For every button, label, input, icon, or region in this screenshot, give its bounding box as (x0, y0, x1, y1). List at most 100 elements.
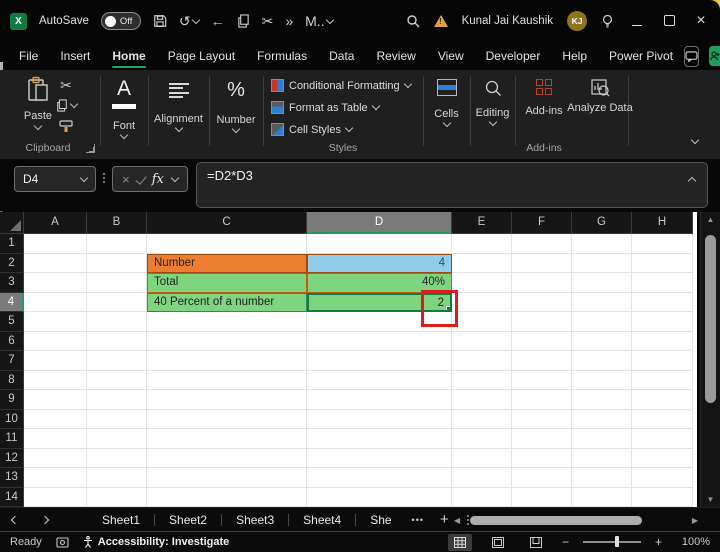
menu-tab-developer[interactable]: Developer (475, 44, 552, 68)
scroll-up-icon[interactable]: ▲ (701, 215, 720, 224)
cell-C14[interactable] (147, 488, 307, 508)
cell-H2[interactable] (632, 254, 693, 274)
cell-A8[interactable] (24, 371, 87, 391)
cell-B3[interactable] (87, 273, 147, 293)
horizontal-scroll-thumb[interactable] (470, 516, 642, 525)
cell-G3[interactable] (572, 273, 632, 293)
row-header-8[interactable]: 8 (0, 371, 24, 391)
avatar[interactable]: KJ (567, 11, 587, 31)
cell-A3[interactable] (24, 273, 87, 293)
analyze-data-button[interactable]: Analyze Data (572, 79, 628, 115)
cell-D10[interactable] (307, 410, 452, 430)
menu-tab-home[interactable]: Home (101, 44, 156, 68)
cell-D6[interactable] (307, 332, 452, 352)
cells-menu-button[interactable]: Cells (424, 79, 469, 126)
redo-icon[interactable]: ← (211, 14, 225, 28)
cell-F2[interactable] (512, 254, 572, 274)
cell-H3[interactable] (632, 273, 693, 293)
menu-tab-file[interactable]: File (8, 44, 49, 68)
cell-D7[interactable] (307, 351, 452, 371)
cell-H11[interactable] (632, 429, 693, 449)
menu-tab-view[interactable]: View (427, 44, 475, 68)
minimize-button[interactable] (628, 13, 646, 29)
share-button[interactable] (709, 46, 720, 66)
cell-B7[interactable] (87, 351, 147, 371)
cell-G9[interactable] (572, 390, 632, 410)
cell-C2[interactable]: Number (147, 254, 307, 274)
formula-input[interactable]: =D2*D3 (196, 162, 708, 208)
paste-dropdown-icon[interactable] (34, 122, 42, 130)
column-header-A[interactable]: A (24, 212, 87, 234)
cell-G11[interactable] (572, 429, 632, 449)
sheet-tab-sheet1[interactable]: Sheet1 (88, 509, 154, 531)
cancel-icon[interactable]: × (122, 172, 130, 187)
cell-A6[interactable] (24, 332, 87, 352)
cell-H14[interactable] (632, 488, 693, 508)
cell-A13[interactable] (24, 468, 87, 488)
cell-G14[interactable] (572, 488, 632, 508)
scroll-left-icon[interactable]: ◀ (454, 516, 460, 525)
cell-H12[interactable] (632, 449, 693, 469)
vertical-scroll-thumb[interactable] (705, 235, 716, 403)
copy-icon[interactable] (56, 99, 77, 112)
cell-C10[interactable] (147, 410, 307, 430)
cell-F12[interactable] (512, 449, 572, 469)
cell-G2[interactable] (572, 254, 632, 274)
cell-E1[interactable] (452, 234, 512, 254)
cell-E14[interactable] (452, 488, 512, 508)
cell-B11[interactable] (87, 429, 147, 449)
formula-bar-collapse-icon[interactable] (688, 177, 696, 185)
cell-F8[interactable] (512, 371, 572, 391)
undo-dropdown-icon[interactable] (191, 15, 199, 23)
autosave-toggle[interactable]: Off (101, 12, 141, 30)
cell-C7[interactable] (147, 351, 307, 371)
cell-G5[interactable] (572, 312, 632, 332)
zoom-slider[interactable] (583, 541, 641, 543)
previous-sheet-button[interactable] (0, 517, 30, 523)
copy-icon[interactable] (237, 14, 250, 28)
row-header-9[interactable]: 9 (0, 390, 24, 410)
cell-D9[interactable] (307, 390, 452, 410)
row-header-11[interactable]: 11 (0, 429, 24, 449)
horizontal-scrollbar[interactable]: ◀ ▶ (452, 513, 700, 527)
cell-A9[interactable] (24, 390, 87, 410)
add-ins-button[interactable]: Add-ins (517, 79, 571, 117)
next-sheet-button[interactable] (30, 517, 60, 523)
cell-C8[interactable] (147, 371, 307, 391)
cell-A5[interactable] (24, 312, 87, 332)
column-header-G[interactable]: G (572, 212, 632, 234)
row-header-7[interactable]: 7 (0, 351, 24, 371)
cell-C9[interactable] (147, 390, 307, 410)
cell-B5[interactable] (87, 312, 147, 332)
accessibility-status[interactable]: Accessibility: Investigate (83, 536, 229, 548)
cell-F1[interactable] (512, 234, 572, 254)
cell-F10[interactable] (512, 410, 572, 430)
cell-A12[interactable] (24, 449, 87, 469)
cell-F7[interactable] (512, 351, 572, 371)
cell-B1[interactable] (87, 234, 147, 254)
cell-C13[interactable] (147, 468, 307, 488)
conditional-formatting-button[interactable]: Conditional Formatting (271, 78, 411, 93)
cell-A1[interactable] (24, 234, 87, 254)
comments-button[interactable] (684, 46, 699, 67)
menu-tab-help[interactable]: Help (551, 44, 598, 68)
zoom-out-button[interactable]: − (562, 535, 569, 549)
column-header-C[interactable]: C (147, 212, 307, 234)
cell-G1[interactable] (572, 234, 632, 254)
normal-view-button[interactable] (448, 534, 472, 551)
toolbar-overflow-icon[interactable]: » (285, 14, 293, 28)
save-icon[interactable] (153, 14, 167, 28)
zoom-in-button[interactable]: + (655, 535, 662, 549)
cell-G4[interactable] (572, 293, 632, 313)
cell-H6[interactable] (632, 332, 693, 352)
cell-F3[interactable] (512, 273, 572, 293)
maximize-button[interactable] (660, 13, 678, 29)
select-all-corner[interactable] (0, 212, 24, 234)
cell-H1[interactable] (632, 234, 693, 254)
column-header-H[interactable]: H (632, 212, 693, 234)
cell-C3[interactable]: Total (147, 273, 307, 293)
cell-G12[interactable] (572, 449, 632, 469)
cut-icon[interactable]: ✂ (60, 79, 72, 91)
cell-H8[interactable] (632, 371, 693, 391)
cell-D11[interactable] (307, 429, 452, 449)
